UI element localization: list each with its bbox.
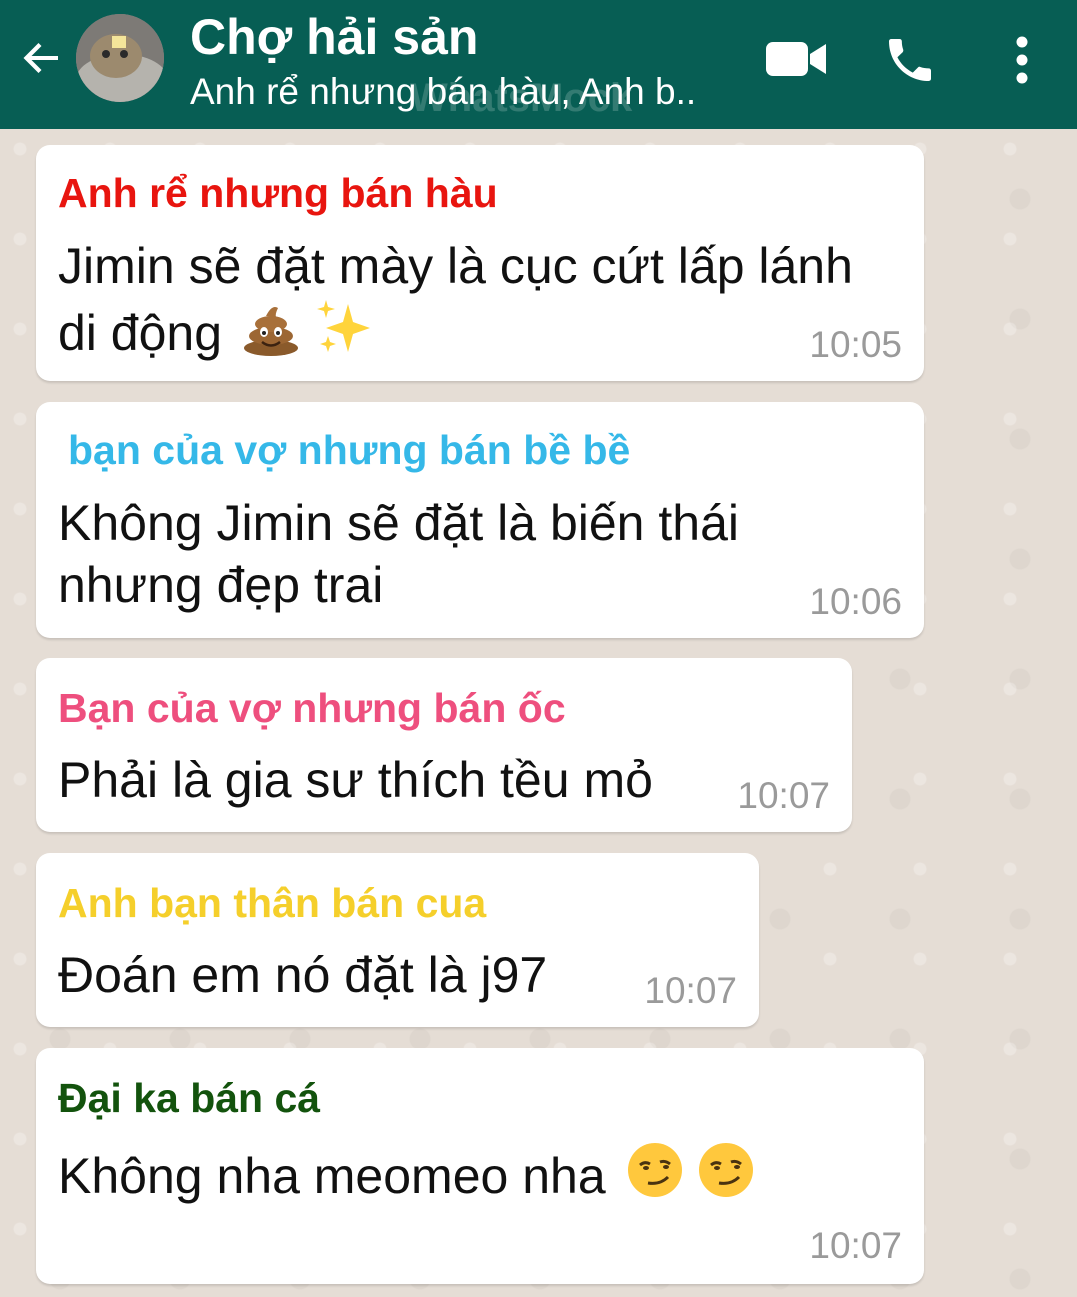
message-line: Jimin sẽ đặt mày là cục cứt lấp lánh [58,238,853,294]
message-bubble[interactable]: Bạn của vợ nhưng bán ốc Phải là gia sư t… [36,658,852,832]
poop-emoji [242,302,300,370]
message-text: Không Jimin sẽ đặt là biến thái [58,493,739,554]
message-line: Không Jimin sẽ đặt là biến thái [58,495,739,551]
chat-header: Chợ hải sản Anh rể nhưng bán hàu, Anh b.… [0,0,1077,129]
message-time: 10:06 [809,581,902,622]
message-text: di động [58,298,374,370]
video-call-icon[interactable] [762,36,830,82]
message-time: 10:07 [644,970,737,1011]
message-text: Không nha meomeo nha [58,1141,755,1213]
sender-name: Đại ka bán cá [58,1075,321,1121]
message-line: Không nha meomeo nha [58,1148,606,1204]
message-time: 10:05 [809,324,902,365]
more-vert-icon[interactable] [1002,34,1042,86]
chat-title[interactable]: Chợ hải sản [190,8,478,66]
sender-name: Anh rể nhưng bán hàu [58,170,498,216]
message-line: Đoán em nó đặt là j97 [58,947,548,1003]
group-avatar[interactable] [76,14,164,102]
message-text: nhưng đẹp trai [58,555,383,616]
message-text: Jimin sẽ đặt mày là cục cứt lấp lánh [58,236,853,297]
message-line: di động [58,305,223,361]
smirk-emoji [626,1141,684,1213]
watermark: WhatsMock [410,76,633,120]
sender-name: Bạn của vợ nhưng bán ốc [58,685,566,731]
back-arrow-icon[interactable] [18,34,66,82]
message-text: Phải là gia sư thích tều mỏ [58,750,653,811]
message-time: 10:07 [809,1225,902,1266]
sparkles-emoji [314,298,374,370]
sender-name: bạn của vợ nhưng bán bề bề [68,427,631,473]
message-time: 10:07 [737,775,830,816]
message-bubble[interactable]: Anh bạn thân bán cua Đoán em nó đặt là j… [36,853,759,1027]
message-text: Đoán em nó đặt là j97 [58,945,547,1006]
smirk-emoji [697,1141,755,1213]
message-bubble[interactable]: Anh rể nhưng bán hàu Jimin sẽ đặt mày là… [36,145,924,381]
message-bubble[interactable]: Đại ka bán cá Không nha meomeo nha 10:07 [36,1048,924,1284]
sender-name: Anh bạn thân bán cua [58,880,487,926]
message-line: Phải là gia sư thích tều mỏ [58,752,653,808]
phone-icon[interactable] [882,32,938,88]
message-bubble[interactable]: bạn của vợ nhưng bán bề bề Không Jimin s… [36,402,924,638]
message-line: nhưng đẹp trai [58,557,384,613]
